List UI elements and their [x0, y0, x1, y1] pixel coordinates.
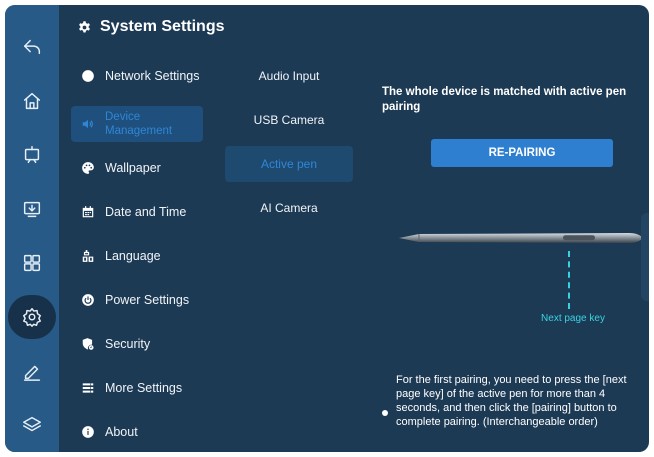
- menu-item-security[interactable]: Security: [71, 327, 203, 361]
- edge-handle[interactable]: [641, 213, 649, 301]
- menu-item-more-settings[interactable]: More Settings: [71, 371, 203, 405]
- rail-annotate-button[interactable]: [5, 349, 59, 393]
- page-title: System Settings: [77, 15, 224, 39]
- screen-download-icon: [23, 201, 41, 218]
- submenu-item-label: Active pen: [260, 157, 318, 171]
- submenu-item-usb-camera[interactable]: USB Camera: [225, 103, 353, 137]
- rail-apps-button[interactable]: [5, 241, 59, 285]
- menu-item-date-and-time[interactable]: Date and Time: [71, 195, 203, 229]
- menu-item-language[interactable]: Language: [71, 239, 203, 273]
- menu-item-label: Language: [105, 249, 161, 263]
- palette-icon: [82, 162, 94, 174]
- menu-item-label: About: [105, 425, 138, 439]
- menu-item-device-management[interactable]: Device Management: [71, 106, 203, 142]
- language-icon: [82, 250, 94, 262]
- menu-item-label: Date and Time: [105, 205, 187, 219]
- settings-icon: [23, 308, 41, 327]
- menu-item-label: Security: [105, 337, 151, 351]
- menu-item-label: Network Settings: [105, 69, 200, 83]
- re-pairing-button[interactable]: RE-PAIRING: [431, 139, 613, 167]
- menu-item-label: Device Management: [105, 111, 173, 137]
- menu-item-label: Power Settings: [105, 293, 190, 307]
- rail-home-button[interactable]: [5, 79, 59, 123]
- page-title-text: System Settings: [100, 18, 225, 35]
- key-pointer-line: [568, 251, 570, 309]
- info-icon: [82, 426, 94, 438]
- speaker-icon: [82, 119, 93, 129]
- rail-settings-button[interactable]: [5, 295, 59, 339]
- pen-icon: [23, 365, 41, 381]
- menu-item-power-settings[interactable]: Power Settings: [71, 283, 203, 317]
- home-icon: [23, 92, 41, 110]
- calendar-icon: [82, 206, 94, 218]
- rail-layers-button[interactable]: [5, 403, 59, 447]
- security-icon: [82, 338, 94, 350]
- rail-back-button[interactable]: [5, 25, 59, 69]
- left-rail: [5, 5, 59, 452]
- submenu-item-ai-camera[interactable]: AI Camera: [225, 191, 353, 225]
- menu-item-about[interactable]: About: [71, 415, 203, 449]
- submenu-item-audio-input[interactable]: Audio Input: [225, 59, 353, 93]
- rail-screen-button[interactable]: [5, 187, 59, 231]
- menu-item-label: Wallpaper: [105, 161, 161, 175]
- pairing-status-text: The whole device is matched with active …: [382, 86, 627, 113]
- next-page-key: [563, 235, 595, 241]
- menu-item-wallpaper[interactable]: Wallpaper: [71, 151, 203, 185]
- bullet-dot: [382, 410, 388, 416]
- rail-whiteboard-button[interactable]: [5, 133, 59, 177]
- active-pen-illustration: [399, 233, 643, 243]
- globe-icon: [82, 70, 94, 82]
- settings-window: System Settings Network Settings Device …: [5, 5, 649, 452]
- apps-grid-icon: [23, 254, 41, 272]
- whiteboard-icon: [24, 146, 40, 164]
- next-page-key-label: Next page key: [541, 313, 605, 324]
- list-icon: [82, 383, 94, 393]
- pairing-instructions-text: For the first pairing, you need to press…: [396, 374, 627, 428]
- submenu-item-active-pen[interactable]: Active pen: [225, 146, 353, 182]
- back-icon: [23, 39, 41, 55]
- pairing-instructions: For the first pairing, you need to press…: [382, 373, 649, 429]
- submenu-item-label: USB Camera: [253, 113, 325, 127]
- power-icon: [82, 294, 94, 306]
- layers-icon: [23, 416, 41, 432]
- submenu-item-label: Audio Input: [258, 69, 320, 83]
- menu-item-label: More Settings: [105, 381, 183, 395]
- submenu-item-label: AI Camera: [260, 201, 318, 215]
- menu-item-network-settings[interactable]: Network Settings: [71, 59, 203, 93]
- gear-icon: [79, 20, 90, 32]
